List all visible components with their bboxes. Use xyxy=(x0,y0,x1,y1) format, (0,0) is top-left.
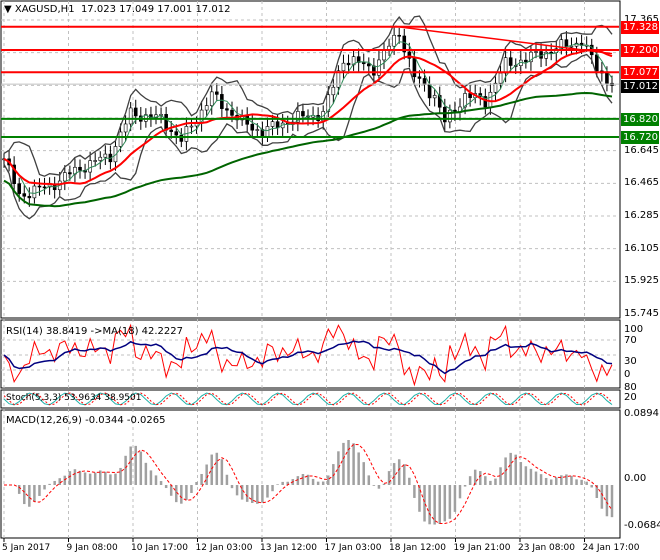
candle-body xyxy=(179,134,184,142)
candle-body xyxy=(62,172,67,182)
ohlc-values: 17.023 17.049 17.001 17.012 xyxy=(80,4,231,15)
candle-body xyxy=(392,34,396,47)
candle-body xyxy=(255,129,260,131)
candle-body xyxy=(225,108,229,111)
candle-body xyxy=(524,59,528,63)
candle-body xyxy=(42,186,47,189)
candle-body xyxy=(594,54,599,72)
candle-body xyxy=(128,107,133,125)
candle-body xyxy=(412,58,417,78)
time-axis-label: 9 Jan 08:00 xyxy=(66,543,118,553)
candle-body xyxy=(98,156,103,161)
candle-body xyxy=(498,72,503,84)
level-tag: 17.200 xyxy=(621,43,659,57)
candle-body xyxy=(534,51,538,53)
price-axis-label: 16.285 xyxy=(624,210,659,221)
candle-body xyxy=(118,131,123,147)
indicator-axis-label: 70 xyxy=(624,335,637,346)
candle-body xyxy=(220,94,224,109)
candle-body xyxy=(341,62,346,72)
level-tag: 17.077 xyxy=(621,66,659,80)
candle-body xyxy=(605,72,609,84)
candle-body xyxy=(250,123,255,131)
price-axis-label: 15.745 xyxy=(624,308,659,319)
candle-body xyxy=(361,62,366,65)
bollinger-upper xyxy=(3,15,613,177)
candle-body xyxy=(366,63,371,67)
candle-body xyxy=(93,160,97,162)
time-axis-label: 13 Jan 12:00 xyxy=(260,543,317,553)
level-tag: 16.820 xyxy=(621,112,659,126)
candle-body xyxy=(503,57,508,74)
candle-body xyxy=(164,114,168,131)
time-axis-label: 24 Jan 17:00 xyxy=(582,543,640,553)
candle-body xyxy=(123,123,128,133)
symbol-header: ▼ XAGUSD,H1 17.023 17.049 17.001 17.012 xyxy=(4,4,231,15)
candle-body xyxy=(230,109,234,116)
indicator-axis-label: 30 xyxy=(624,356,637,367)
time-axis-label: 18 Jan 12:00 xyxy=(389,543,446,553)
candle-body xyxy=(432,95,437,99)
candle-body xyxy=(174,131,179,136)
indicator-axis-label: -0.0684 xyxy=(624,520,660,531)
candle-body xyxy=(301,111,305,117)
candle-body xyxy=(103,153,108,158)
candle-body xyxy=(382,49,386,61)
price-axis-label: 16.465 xyxy=(624,177,659,189)
candle-body xyxy=(215,91,219,95)
candle-body xyxy=(209,91,214,106)
candle-body xyxy=(346,62,351,66)
symbol-label: XAGUSD,H1 xyxy=(14,4,75,15)
candle-body xyxy=(27,195,32,199)
time-axis-label: 12 Jan 03:00 xyxy=(195,543,253,553)
candle-body xyxy=(32,185,37,199)
stoch-label: Stoch(5,3,3) 53.9634 38.9501 xyxy=(6,393,142,403)
candle-body xyxy=(133,107,138,117)
time-axis-label: 19 Jan 21:00 xyxy=(453,543,511,553)
time-axis-label: 5 Jan 2017 xyxy=(2,543,51,553)
price-axis-label: 16.105 xyxy=(624,242,659,254)
indicator-axis-label: 0 xyxy=(624,369,631,380)
current-price-tag: 17.012 xyxy=(621,80,659,93)
indicator-axis-label: 20 xyxy=(624,392,637,403)
candle-body xyxy=(270,121,275,127)
candle-body xyxy=(189,125,194,128)
candle-body xyxy=(397,34,402,37)
candle-body xyxy=(78,166,82,171)
candle-body xyxy=(265,126,270,137)
candle-body xyxy=(569,45,574,48)
chart-canvas[interactable] xyxy=(0,0,660,558)
candle-body xyxy=(88,160,92,173)
level-tag: 16.720 xyxy=(621,131,659,145)
panel-frame xyxy=(0,409,621,539)
candle-body xyxy=(488,91,493,108)
candle-body xyxy=(508,57,513,66)
indicator-axis-label: 0.00 xyxy=(624,473,647,484)
candle-body xyxy=(22,193,27,197)
candle-body xyxy=(17,183,22,194)
candle-body xyxy=(417,76,422,79)
price-axis-label: 15.925 xyxy=(624,275,659,287)
candle-body xyxy=(169,129,173,132)
candle-body xyxy=(331,86,336,96)
candle-body xyxy=(427,84,432,99)
time-axis-label: 10 Jan 17:00 xyxy=(131,543,188,553)
macd-label: MACD(12,26,9) -0.0344 -0.0265 xyxy=(6,415,166,426)
rsi-label: RSI(14) 38.8419 ->MA(18) 42.2227 xyxy=(6,326,183,337)
candle-body xyxy=(37,185,42,188)
rsi-ma-line xyxy=(3,340,613,375)
time-axis-label: 23 Jan 08:00 xyxy=(518,543,575,553)
candle-body xyxy=(68,172,72,175)
time-axis-label: 17 Jan 03:00 xyxy=(324,543,382,553)
level-tag: 17.328 xyxy=(621,20,659,34)
price-axis-label: 16.645 xyxy=(624,144,659,156)
candle-body xyxy=(564,39,569,47)
indicator-axis-label: 0.0894 xyxy=(624,408,659,419)
candle-body xyxy=(204,105,209,111)
